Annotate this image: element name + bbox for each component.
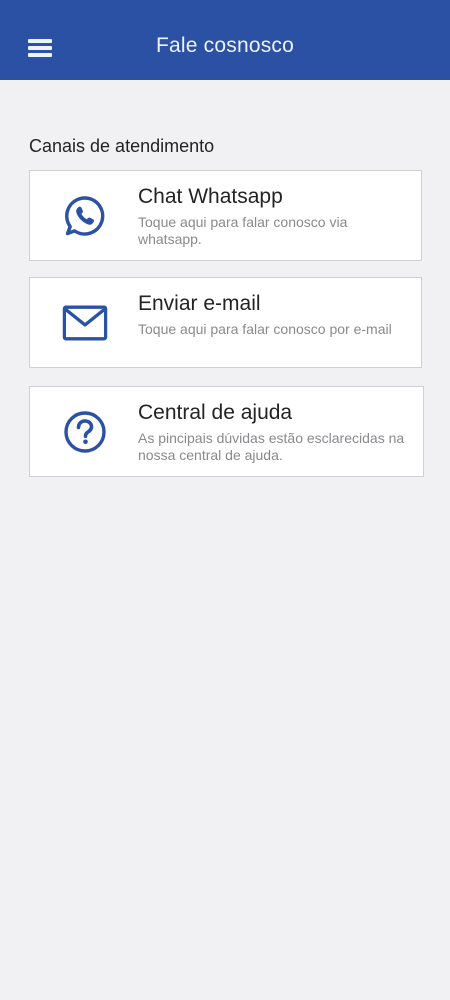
card-title: Enviar e-mail xyxy=(138,292,261,315)
email-channel-card[interactable]: Enviar e-mail Toque aqui para falar cono… xyxy=(29,277,422,368)
card-title: Chat Whatsapp xyxy=(138,185,283,208)
help-icon xyxy=(62,409,108,455)
card-description: Toque aqui para falar conosco via whatsa… xyxy=(138,214,348,247)
whatsapp-icon xyxy=(62,193,108,239)
help-center-card[interactable]: Central de ajuda As pincipais dúvidas es… xyxy=(29,386,424,477)
page-title: Fale cosnosco xyxy=(155,34,294,57)
whatsapp-channel-card[interactable]: Chat Whatsapp Toque aqui para falar cono… xyxy=(29,170,422,261)
card-description: Toque aqui para falar conosco por e-mail xyxy=(138,321,392,337)
card-description: As pincipais dúvidas estão esclarecidas … xyxy=(138,430,405,463)
app-screen: Fale cosnosco Canais de atendimento Chat… xyxy=(0,0,450,1000)
section-title: Canais de atendimento xyxy=(29,136,215,156)
card-title: Central de ajuda xyxy=(138,401,293,424)
app-header: Fale cosnosco xyxy=(0,0,450,80)
mail-icon xyxy=(62,300,108,346)
